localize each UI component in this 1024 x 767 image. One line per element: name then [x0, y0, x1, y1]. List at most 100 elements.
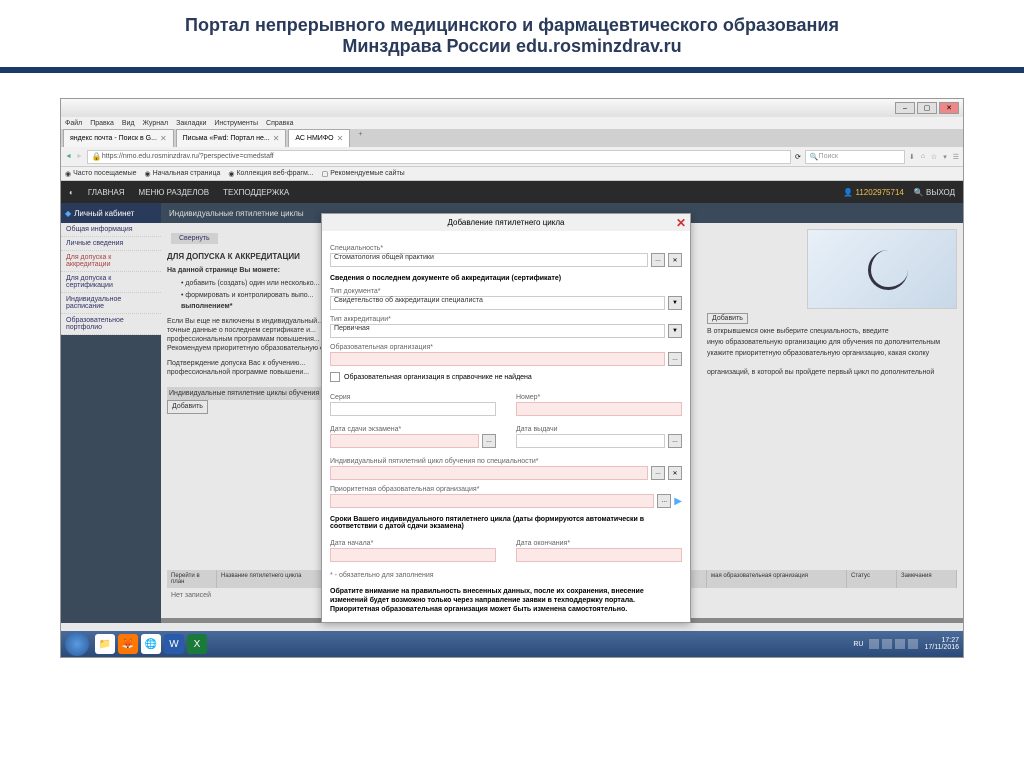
collapse-link[interactable]: Свернуть [171, 233, 218, 244]
firefox-icon[interactable]: 🦊 [118, 634, 138, 654]
clock[interactable]: 17:27 17/11/2016 [924, 637, 959, 651]
menu-help[interactable]: Справка [266, 120, 293, 127]
exam-date-input[interactable] [330, 434, 479, 448]
number-input[interactable] [516, 402, 682, 416]
sidebar-item-portfolio[interactable]: Образовательное портфолио [61, 314, 161, 335]
taskbar: 📁 🦊 🌐 W X RU 17:27 17/11/2016 [61, 631, 963, 657]
nav-main[interactable]: ГЛАВНАЯ [88, 188, 125, 197]
logo-icon: ◐ [69, 188, 74, 197]
cycle-clear-button[interactable]: ✕ [668, 466, 682, 480]
dropdown-icon[interactable]: ▼ [668, 296, 682, 310]
priority-lookup-button[interactable]: … [657, 494, 671, 508]
doc-type-select[interactable]: Свидетельство об аккредитации специалист… [330, 296, 665, 310]
tab-2[interactable]: Письма «Fwd: Портал не...✕ [176, 129, 287, 147]
add-button[interactable]: Добавить [167, 400, 208, 413]
nav-sections[interactable]: МЕНЮ РАЗДЕЛОВ [139, 188, 210, 197]
tray-icon[interactable] [908, 639, 918, 649]
issue-date-label: Дата выдачи [516, 426, 682, 433]
modal-close-button[interactable]: ✕ [676, 216, 686, 230]
sidebar-item-general[interactable]: Общая информация [61, 223, 161, 237]
start-date-input[interactable] [330, 548, 496, 562]
cycle-lookup-button[interactable]: … [651, 466, 665, 480]
search-input[interactable]: 🔍 Поиск [805, 150, 905, 164]
calendar-icon[interactable]: … [668, 434, 682, 448]
close-icon[interactable]: ✕ [273, 134, 280, 143]
org-not-found-checkbox-row: Образовательная организация в справочник… [330, 372, 682, 382]
menu-icon[interactable]: ☰ [953, 153, 959, 161]
spec-input[interactable]: Стоматология общей практики [330, 253, 648, 267]
accred-type-select[interactable]: Первичная [330, 324, 665, 338]
modal-add-cycle: Добавление пятилетнего цикла ✕ Специальн… [321, 213, 691, 623]
explorer-icon[interactable]: 📁 [95, 634, 115, 654]
org-lookup-button[interactable]: … [668, 352, 682, 366]
chrome-icon[interactable]: 🌐 [141, 634, 161, 654]
sidebar-item-personal[interactable]: Личные сведения [61, 237, 161, 251]
forward-icon[interactable]: ► [76, 153, 83, 160]
bookmark-4[interactable]: ▢ Рекомендуемые сайты [322, 170, 405, 178]
home-icon[interactable]: ⌂ [921, 153, 925, 161]
tray-icon[interactable] [895, 639, 905, 649]
window-titlebar: – ▢ ✕ [61, 99, 963, 117]
excel-icon[interactable]: X [187, 634, 207, 654]
tray-icon[interactable] [869, 639, 879, 649]
pocket-icon[interactable]: ▾ [943, 153, 947, 161]
series-input[interactable] [330, 402, 496, 416]
end-date-input[interactable] [516, 548, 682, 562]
cycle-input[interactable] [330, 466, 648, 480]
spec-clear-button[interactable]: ✕ [668, 253, 682, 267]
maximize-button[interactable]: ▢ [917, 102, 937, 114]
tab-3[interactable]: АС НМИФО✕ [288, 129, 350, 147]
org-label: Образовательная организация* [330, 344, 682, 351]
nav-support[interactable]: ТЕХПОДДЕРЖКА [223, 188, 289, 197]
menu-history[interactable]: Журнал [143, 120, 169, 127]
issue-date-input[interactable] [516, 434, 665, 448]
bookmark-2[interactable]: ◉ Начальная страница [145, 170, 221, 178]
doc-type-label: Тип документа* [330, 288, 682, 295]
modal-body: Специальность* Стоматология общей практи… [322, 231, 690, 622]
new-tab-button[interactable]: + [352, 129, 368, 147]
content-right: Добавить В открывшемся окне выберите спе… [707, 229, 957, 376]
menu-view[interactable]: Вид [122, 120, 135, 127]
org-input[interactable] [330, 352, 665, 366]
download-icon[interactable]: ⬇ [909, 153, 915, 161]
calendar-icon[interactable]: … [482, 434, 496, 448]
close-icon[interactable]: ✕ [337, 134, 344, 143]
sidebar-item-accreditation[interactable]: Для допуска к аккредитации [61, 251, 161, 272]
menu-edit[interactable]: Правка [90, 120, 114, 127]
sidebar-item-certification[interactable]: Для допуска к сертификации [61, 272, 161, 293]
sidebar-item-schedule[interactable]: Индивидуальное расписание [61, 293, 161, 314]
tab-1[interactable]: яндекс почта - Поиск в G...✕ [63, 129, 174, 147]
menu-bookmarks[interactable]: Закладки [176, 120, 206, 127]
priority-org-input[interactable] [330, 494, 654, 508]
menu-file[interactable]: Файл [65, 120, 82, 127]
bookmark-1[interactable]: ◉ Часто посещаемые [65, 170, 137, 178]
screenshot-container: – ▢ ✕ Файл Правка Вид Журнал Закладки Ин… [60, 98, 964, 658]
browser-menu: Файл Правка Вид Журнал Закладки Инструме… [61, 117, 963, 129]
start-button[interactable] [65, 632, 89, 656]
word-icon[interactable]: W [164, 634, 184, 654]
org-not-found-checkbox[interactable] [330, 372, 340, 382]
accred-type-label: Тип аккредитации* [330, 316, 682, 323]
url-input[interactable]: 🔒 https://nmo.edu.rosminzdrav.ru/?perspe… [87, 150, 791, 164]
logout-link[interactable]: 🔍 ВЫХОД [914, 188, 955, 197]
spec-lookup-button[interactable]: … [651, 253, 665, 267]
priority-nav-icon[interactable]: ▶ [674, 496, 682, 507]
bookmark-icon[interactable]: ☆ [931, 153, 937, 161]
cycle-label: Индивидуальный пятилетний цикл обучения … [330, 458, 682, 465]
tray-icon[interactable] [882, 639, 892, 649]
close-button[interactable]: ✕ [939, 102, 959, 114]
start-date-label: Дата начала* [330, 540, 496, 547]
lang-indicator[interactable]: RU [853, 641, 863, 648]
close-icon[interactable]: ✕ [160, 134, 167, 143]
exam-date-label: Дата сдачи экзамена* [330, 426, 496, 433]
left-panel: ◆Личный кабинет Общая информация Личные … [61, 203, 161, 623]
dropdown-icon[interactable]: ▼ [668, 324, 682, 338]
add-button-right[interactable]: Добавить [707, 313, 748, 324]
browser-tabs: яндекс почта - Поиск в G...✕ Письма «Fwd… [61, 129, 963, 147]
minimize-button[interactable]: – [895, 102, 915, 114]
back-icon[interactable]: ◄ [65, 153, 72, 160]
menu-tools[interactable]: Инструменты [214, 120, 258, 127]
refresh-icon[interactable]: ⟳ [795, 153, 801, 161]
bookmark-3[interactable]: ◉ Коллекция веб-фрагм... [228, 170, 313, 178]
bookmarks-bar: ◉ Часто посещаемые ◉ Начальная страница … [61, 167, 963, 181]
